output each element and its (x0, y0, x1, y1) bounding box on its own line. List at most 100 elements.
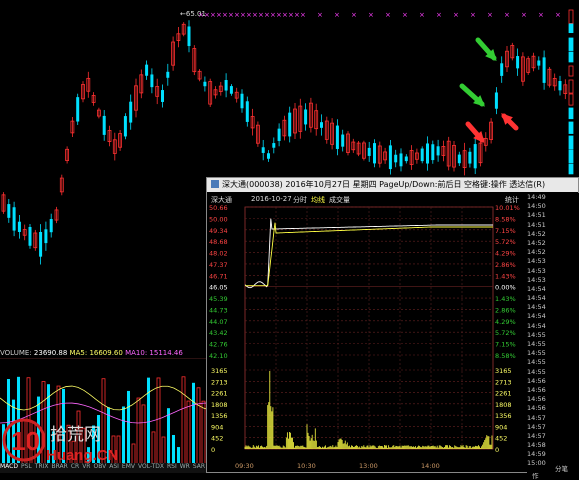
tick-time: 14:54 (527, 321, 546, 330)
candle (308, 97, 313, 133)
event-marker[interactable]: × (419, 11, 425, 19)
event-marker[interactable]: × (282, 11, 288, 19)
tab-wr[interactable]: WR (180, 463, 190, 470)
popup-titlebar[interactable]: 深大通(000038) 2016年10月27日 星期四 PageUp/Down:… (207, 178, 578, 192)
candle (81, 81, 85, 103)
intraday-chart[interactable]: 50.66 10.01% 50.00 8.58% 49.34 7.15% 48.68 5.72… (207, 205, 527, 461)
intraday-popup-window[interactable]: 深大通(000038) 2016年10月27日 星期四 PageUp/Down:… (206, 177, 579, 480)
candle (218, 81, 223, 96)
ma10-value: 15114.46 (149, 349, 183, 357)
tab-vr[interactable]: VR (82, 463, 90, 470)
event-marker[interactable]: × (334, 11, 340, 19)
event-marker[interactable]: × (294, 11, 300, 19)
event-marker[interactable]: × (402, 11, 408, 19)
candle (229, 84, 233, 96)
candle (568, 79, 574, 94)
event-marker[interactable]: × (246, 11, 252, 19)
event-marker[interactable]: × (276, 11, 282, 19)
pct-label: 0.00% (495, 284, 516, 292)
volume-scale-label: 1356 (495, 412, 512, 420)
tick-row: 14:55 (527, 349, 579, 358)
tick-time: 14:57 (527, 413, 546, 422)
time-axis-label: 13:00 (359, 462, 378, 470)
candle (531, 52, 536, 72)
event-marker[interactable]: × (453, 11, 459, 19)
candle (547, 66, 552, 88)
candle (123, 113, 127, 140)
tab-sar[interactable]: SAR (193, 463, 205, 470)
volume-bar (156, 377, 161, 464)
tick-row: 14:52 (527, 239, 579, 248)
tick-row: 14:56 (527, 404, 579, 413)
volume-bar (177, 447, 180, 464)
tab-brar[interactable]: BRAR (52, 463, 68, 470)
tab-asi[interactable]: ASI (109, 463, 119, 470)
event-marker[interactable]: × (258, 11, 264, 19)
event-marker[interactable]: × (210, 11, 216, 19)
event-marker[interactable]: × (487, 11, 493, 19)
event-marker[interactable]: × (521, 11, 527, 19)
candle (86, 71, 91, 98)
volume-scale-label: 2713 (211, 378, 228, 386)
time-axis-label: 14:00 (421, 462, 440, 470)
volume-label: VOLUME (0, 349, 30, 357)
event-marker[interactable]: × (270, 11, 276, 19)
tick-row: 15:00 (527, 459, 579, 468)
event-marker[interactable]: × (555, 11, 561, 19)
stats-button[interactable]: 统计 (505, 195, 519, 205)
candle (76, 93, 80, 125)
candle (240, 89, 244, 113)
tab-macd[interactable]: MACD (0, 463, 18, 470)
event-marker[interactable]: × (222, 11, 228, 19)
price-label: 48.02 (209, 250, 228, 258)
site-logo: 10 拾荒网 Huang.CN (2, 412, 142, 468)
candle (568, 9, 574, 24)
candle (155, 78, 160, 105)
tick-row: 14:53 (527, 257, 579, 266)
tab-cr[interactable]: CR (71, 463, 79, 470)
volume-bar (186, 400, 191, 464)
tab-vol-tdx[interactable]: VOL-TDX (138, 463, 164, 470)
event-marker[interactable]: × (351, 11, 357, 19)
candle (107, 125, 112, 147)
event-marker[interactable]: × (538, 11, 544, 19)
event-marker[interactable]: × (288, 11, 294, 19)
tick-row: 14:57 (527, 423, 579, 432)
volume-scale-label: 452 (211, 435, 223, 443)
event-marker[interactable]: × (436, 11, 442, 19)
volume-scale-label: 3165 (211, 367, 228, 375)
tick-time: 14:56 (527, 395, 546, 404)
tab-rsi[interactable]: RSI (167, 463, 177, 470)
candle (436, 139, 440, 162)
price-label: 42.76 (209, 341, 228, 349)
tab-psl[interactable]: PSL (21, 463, 32, 470)
pct-label: 7.15% (495, 227, 516, 235)
candle (542, 50, 546, 90)
pct-label: 8.58% (495, 215, 516, 223)
candle (203, 76, 207, 92)
event-marker[interactable]: × (470, 11, 476, 19)
volume-scale-label: 2261 (495, 390, 512, 398)
event-marker[interactable]: × (240, 11, 246, 19)
candle (134, 78, 138, 118)
event-marker[interactable]: × (317, 11, 323, 19)
event-marker[interactable]: × (300, 11, 306, 19)
event-marker[interactable]: × (385, 11, 391, 19)
event-marker[interactable]: × (368, 11, 374, 19)
candle (377, 141, 382, 168)
tick-list-panel[interactable]: 14:49 14:50 14:51 14:51 14:52 14:52 14:52 14:53… (527, 193, 579, 473)
event-marker[interactable]: × (216, 11, 222, 19)
candle (521, 52, 525, 86)
event-marker[interactable]: × (228, 11, 234, 19)
event-marker[interactable]: × (504, 11, 510, 19)
event-marker[interactable]: × (252, 11, 258, 19)
candle (361, 140, 366, 161)
event-marker[interactable]: × (234, 11, 240, 19)
event-marker[interactable]: × (264, 11, 270, 19)
tab-trix[interactable]: TRIX (35, 463, 49, 470)
candle (568, 23, 574, 34)
tick-time: 14:49 (527, 193, 546, 201)
candle (399, 148, 403, 172)
tab-obv[interactable]: OBV (93, 463, 106, 470)
tab-emv[interactable]: EMV (122, 463, 135, 470)
